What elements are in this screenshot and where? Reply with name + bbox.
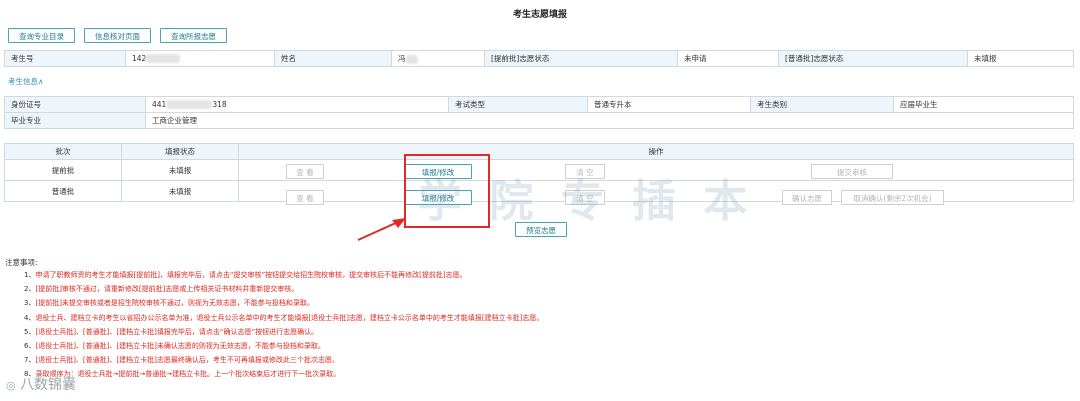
batch-early: 提前批 [4,159,122,181]
id-value: 441 318 [145,96,449,113]
candidate-summary-table: 考生号 142 姓名 冯 [提前批]志愿状态 未申请 [普通批]志愿状态 未填报 [4,50,1074,67]
arrow-icon [357,218,406,241]
normal-status-label: [普通批]志愿状态 [778,50,968,67]
confirm-wish-button[interactable]: 确认志愿 [782,190,832,205]
early-status-label: [提前批]志愿状态 [484,50,678,67]
status-header: 填报状态 [121,143,239,160]
candidate-info-toggle[interactable]: 考生信息∧ [8,76,44,87]
submit-review-button[interactable]: 提交审核 [811,164,893,179]
category-label: 考生类别 [750,96,894,113]
logo: ◎ 八数锦囊 [6,377,77,393]
name-label: 姓名 [274,50,392,67]
cancel-confirm-button[interactable]: 取消确认(剩余2次机会) [841,190,944,205]
status-early: 未填报 [121,159,239,181]
candidate-info-table: 身份证号 441 318 考试类型 普通专升本 考生类别 应届毕业生 毕业专业 工… [4,96,1074,129]
status-normal: 未填报 [121,180,239,202]
info-check-button[interactable]: 信息核对页面 [84,28,151,43]
note-item: 1、申请了职教师资的考生才能填报[提前批]，填报完毕后，请点击“提交审核”按钮提… [24,271,467,279]
highlight-box [404,154,490,228]
view-normal-button[interactable]: 查 看 [286,190,324,205]
name-value: 冯 [391,50,485,67]
id-label: 身份证号 [4,96,146,113]
note-item: 5、[退役士兵批]、[普通批]、[建档立卡批]填报完毕后，请点击“确认志愿”按钮… [24,328,319,336]
exam-no-value: 142 [125,50,275,67]
notes-title: 注意事项: [5,258,38,267]
submitted-wishes-button[interactable]: 查询所报志愿 [160,28,227,43]
note-item: 2、[提前批]审核不通过，请重新修改[提前批]志愿或上传相关证书材料并重新提交审… [24,285,299,293]
note-item: 4、退役士兵、建档立卡的考生以省招办公示名单为准，退役士兵公示名单中的考生才能填… [24,314,544,322]
major-label: 毕业专业 [4,112,146,129]
view-early-button[interactable]: 查 看 [286,164,324,179]
batch-header: 批次 [4,143,122,160]
note-item: 6、[退役士兵批]、[普通批]、[建档立卡批]未确认志愿的则视为无效志愿，不能参… [24,342,325,350]
exam-type-value: 普通专升本 [587,96,751,113]
major-catalog-button[interactable]: 查询专业目录 [8,28,75,43]
exam-type-label: 考试类型 [448,96,588,113]
page-title: 考生志愿填报 [512,10,567,20]
exam-no-label: 考生号 [4,50,126,67]
early-status-value: 未申请 [677,50,779,67]
note-item: 3、[提前批]未提交审核或者是招生院校审核不通过，则视为无效志愿，不能参与投档和… [24,299,314,307]
major-value: 工商企业管理 [145,112,1074,129]
normal-status-value: 未填报 [967,50,1074,67]
note-item: 7、[退役士兵批]、[普通批]、[建档立卡批]志愿最终确认后，考生不可再填报或修… [24,356,339,364]
ops-header: 操作 [238,143,1074,160]
batch-normal: 普通批 [4,180,122,202]
category-value: 应届毕业生 [893,96,1074,113]
